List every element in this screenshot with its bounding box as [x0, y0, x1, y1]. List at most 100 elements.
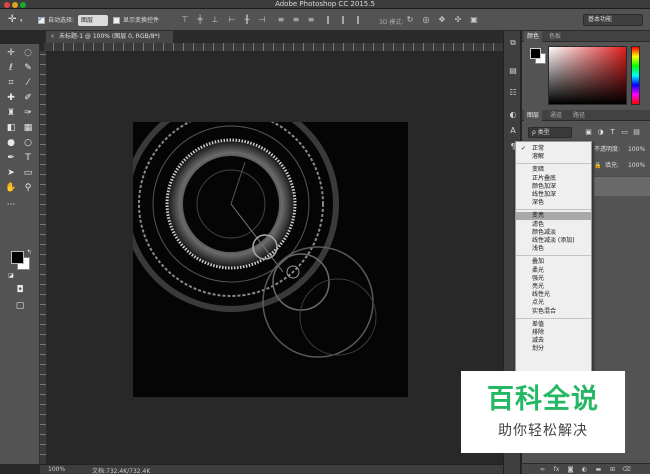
blend-mode-item[interactable]: 划分 [516, 345, 591, 353]
gradient-icon[interactable]: ▦ [21, 122, 35, 134]
slide-3d-icon[interactable]: ✣ [453, 15, 463, 25]
adjustments-panel-icon[interactable]: ◐ [507, 109, 519, 121]
zoom-level[interactable]: 100% [48, 466, 65, 473]
swap-colors-icon[interactable]: ↰ [22, 247, 36, 259]
blend-mode-item[interactable]: 浅色 [516, 245, 591, 253]
layer-style-icon[interactable]: fx [552, 465, 561, 474]
add-mask-icon[interactable]: ◙ [566, 465, 575, 474]
properties-panel-icon[interactable]: ☷ [507, 87, 519, 99]
history-brush-icon[interactable]: ✑ [21, 107, 35, 119]
lock-icon[interactable]: 🔒 [594, 162, 601, 170]
distribute-bottom-icon[interactable]: ≡ [306, 15, 316, 25]
blend-mode-item[interactable]: 正片叠底 [516, 175, 591, 183]
lasso-icon[interactable]: ℓ [4, 62, 18, 74]
blend-mode-item[interactable]: 柔光 [516, 267, 591, 275]
blend-mode-item[interactable]: 亮光 [516, 283, 591, 291]
workspace-switcher[interactable]: 基本功能 [583, 14, 643, 26]
link-layers-icon[interactable]: ∞ [538, 465, 547, 474]
move-tool-icon[interactable]: ✛ [8, 14, 16, 25]
crop-icon[interactable]: ⌗ [4, 77, 18, 89]
opacity-value[interactable]: 100% [628, 146, 645, 154]
blend-mode-item[interactable]: 强光 [516, 275, 591, 283]
layer-row[interactable] [594, 176, 650, 196]
panel-foreground-swatch[interactable] [530, 48, 541, 59]
path-select-icon[interactable]: ➤ [4, 167, 18, 179]
blend-mode-item[interactable]: 滤色 [516, 221, 591, 229]
document-canvas[interactable] [133, 122, 408, 397]
blend-mode-item[interactable]: 差值 [516, 321, 591, 329]
blend-mode-item[interactable]: 点光 [516, 299, 591, 307]
document-tab[interactable]: × 未标题-1 @ 100% (图层 0, RGB/8*) [46, 31, 174, 43]
tab-paths[interactable]: 路径 [570, 110, 588, 121]
fill-value[interactable]: 100% [628, 162, 645, 170]
new-group-icon[interactable]: ▬ [594, 465, 603, 474]
distribute-right-icon[interactable]: ‖ [353, 15, 363, 25]
stamp-icon[interactable]: ♜ [4, 107, 18, 119]
blend-mode-item[interactable]: 变暗 [516, 166, 591, 174]
zoom-icon[interactable]: ⚲ [21, 182, 35, 194]
distribute-hcenter-icon[interactable]: ‖ [338, 15, 348, 25]
marquee-icon[interactable]: ◌ [21, 47, 35, 59]
close-tab-icon[interactable]: × [50, 33, 55, 40]
align-top-icon[interactable]: ⊤ [180, 15, 190, 25]
dodge-icon[interactable]: ○ [21, 137, 35, 149]
history-panel-icon[interactable]: ⧉ [507, 37, 519, 49]
align-right-icon[interactable]: ⊣ [257, 15, 267, 25]
blend-mode-item[interactable]: 排除 [516, 329, 591, 337]
quick-mask-icon[interactable]: ◘ [13, 284, 27, 296]
move-icon[interactable]: ✛ [4, 47, 18, 59]
pan-3d-icon[interactable]: ✥ [437, 15, 447, 25]
align-hcenter-icon[interactable]: ╫ [242, 15, 252, 25]
layer-kind-dropdown[interactable]: ρ 类型 [528, 127, 572, 138]
blend-mode-item[interactable]: 叠加 [516, 258, 591, 266]
delete-layer-icon[interactable]: ⌫ [622, 465, 631, 474]
blend-mode-item[interactable]: 线性光 [516, 291, 591, 299]
default-colors-icon[interactable]: ◪ [4, 270, 18, 282]
canvas-area[interactable] [46, 51, 503, 464]
quick-select-icon[interactable]: ✎ [21, 62, 35, 74]
auto-select-dropdown[interactable]: 图层 [78, 15, 108, 26]
screen-mode-icon[interactable]: ▢ [13, 300, 27, 312]
type-icon[interactable]: T [21, 152, 35, 164]
tool-preset-dropdown-icon[interactable]: ▾ [20, 18, 23, 24]
blend-mode-item[interactable]: 颜色减淡 [516, 229, 591, 237]
blend-mode-item[interactable]: 溶解 [516, 153, 591, 161]
align-left-icon[interactable]: ⊢ [227, 15, 237, 25]
distribute-left-icon[interactable]: ‖ [323, 15, 333, 25]
pen-icon[interactable]: ✒ [4, 152, 18, 164]
distribute-top-icon[interactable]: ≡ [276, 15, 286, 25]
color-spectrum-picker[interactable] [548, 46, 627, 105]
foreground-color-swatch[interactable] [11, 251, 24, 264]
blend-mode-item[interactable]: ✓ 正常 [516, 145, 591, 153]
document-info[interactable]: 文档:732.4K/732.4K [92, 466, 150, 474]
filter-shape-icon[interactable]: ▭ [620, 127, 629, 137]
tab-color[interactable]: 颜色 [524, 31, 543, 42]
blend-mode-item[interactable]: 线性减淡 (添加) [516, 237, 591, 245]
distribute-vcenter-icon[interactable]: ≡ [291, 15, 301, 25]
scale-3d-icon[interactable]: ▣ [469, 15, 479, 25]
hue-slider[interactable] [631, 46, 640, 105]
filter-adjustment-icon[interactable]: ◑ [596, 127, 605, 137]
eraser-icon[interactable]: ◧ [4, 122, 18, 134]
blend-mode-item[interactable]: 变亮 [516, 212, 591, 221]
tab-channels[interactable]: 通道 [547, 110, 565, 121]
blend-mode-item[interactable]: 减去 [516, 337, 591, 345]
blend-mode-item[interactable]: 颜色加深 [516, 183, 591, 191]
orbit-3d-icon[interactable]: ↻ [405, 15, 415, 25]
eyedropper-icon[interactable]: ⁄ [21, 77, 35, 89]
character-panel-icon[interactable]: A [507, 125, 519, 137]
new-adjustment-icon[interactable]: ◐ [580, 465, 589, 474]
auto-select-checkbox[interactable] [38, 15, 45, 24]
blend-mode-item[interactable]: 实色混合 [516, 308, 591, 316]
show-transform-checkbox[interactable] [113, 17, 120, 24]
filter-smart-object-icon[interactable]: ▤ [632, 127, 641, 137]
tab-layers[interactable]: 图层 [524, 110, 543, 121]
shape-icon[interactable]: ▭ [21, 167, 35, 179]
tab-swatches[interactable]: 色板 [546, 31, 564, 42]
libraries-panel-icon[interactable]: ▤ [507, 65, 519, 77]
filter-type-icon[interactable]: T [608, 127, 617, 137]
new-layer-icon[interactable]: ⊞ [608, 465, 617, 474]
healing-icon[interactable]: ✚ [4, 92, 18, 104]
align-vcenter-icon[interactable]: ╪ [195, 15, 205, 25]
roll-3d-icon[interactable]: ◎ [421, 15, 431, 25]
